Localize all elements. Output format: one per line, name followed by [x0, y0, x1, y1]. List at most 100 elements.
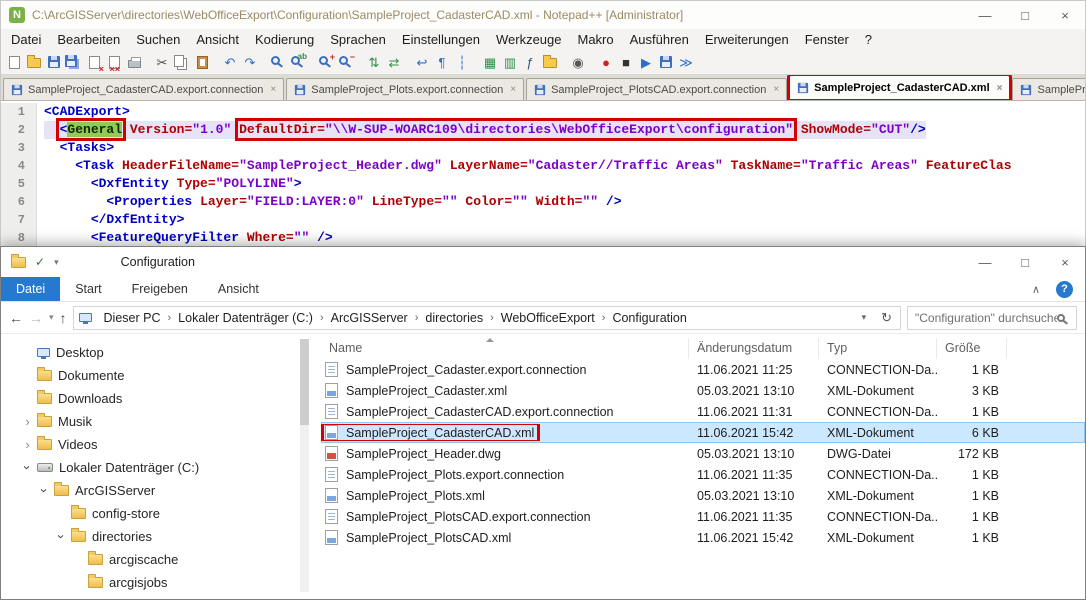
show-all-characters-icon[interactable]: ¶ — [432, 52, 452, 73]
breadcrumb-segment-lokaler-datentrager-c[interactable]: Lokaler Datenträger (C:) — [171, 311, 320, 325]
menu-erweiterungen[interactable]: Erweiterungen — [697, 32, 797, 47]
sidebar-item-config-store[interactable]: config-store — [1, 502, 311, 525]
ribbon-tab-freigeben[interactable]: Freigeben — [117, 277, 203, 301]
save-all-icon[interactable] — [64, 52, 84, 73]
new-file-icon[interactable] — [4, 52, 24, 73]
file-row-sampleproject-cadastercad-export-connection[interactable]: SampleProject_CadasterCAD.export.connect… — [321, 401, 1085, 422]
menu-help[interactable]: ? — [857, 32, 880, 47]
maximize-button[interactable]: □ — [1005, 247, 1045, 277]
sidebar-item-arcgisjobs[interactable]: arcgisjobs — [1, 571, 311, 594]
up-button[interactable]: ↑ — [60, 310, 67, 326]
folder-as-workspace-icon[interactable] — [540, 52, 560, 73]
sidebar-item-directories[interactable]: ›directories — [1, 525, 311, 548]
column-header-grosse[interactable]: Größe — [937, 338, 1007, 359]
breadcrumb-segment-dieser-pc[interactable]: Dieser PC — [97, 311, 168, 325]
indent-guide-icon[interactable]: ┆ — [452, 52, 472, 73]
menu-werkzeuge[interactable]: Werkzeuge — [488, 32, 570, 47]
file-row-sampleproject-cadaster-export-connection[interactable]: SampleProject_Cadaster.export.connection… — [321, 359, 1085, 380]
sidebar-item-desktop[interactable]: Desktop — [1, 341, 311, 364]
undo-icon[interactable]: ↶ — [220, 52, 240, 73]
forward-button[interactable]: → — [29, 310, 43, 326]
quick-access-check-icon[interactable]: ✓ — [35, 255, 45, 269]
recent-locations-icon[interactable]: ▾ — [49, 312, 54, 323]
sync-horizontal-scroll-icon[interactable]: ⇄ — [384, 52, 404, 73]
sidebar-item-dokumente[interactable]: Dokumente — [1, 364, 311, 387]
column-header-anderungsdatum[interactable]: Änderungsdatum — [689, 338, 819, 359]
expander-open-icon[interactable]: › — [20, 460, 35, 475]
scrollbar-thumb[interactable] — [300, 339, 309, 425]
sidebar-item-downloads[interactable]: Downloads — [1, 387, 311, 410]
tab-sampleproject-cadastercad-xml[interactable]: SampleProject_CadasterCAD.xml× — [789, 75, 1010, 100]
breadcrumb-segment-arcgisserver[interactable]: ArcGISServer — [324, 311, 415, 325]
save-icon[interactable] — [44, 52, 64, 73]
address-dropdown-icon[interactable]: ▾ — [855, 312, 874, 323]
search-input[interactable] — [915, 311, 1057, 325]
sidebar-item-lokaler-datentrager-c[interactable]: ›Lokaler Datenträger (C:) — [1, 456, 311, 479]
sidebar-scrollbar[interactable] — [300, 339, 309, 592]
run-macro-multiple-icon[interactable]: ≫ — [676, 52, 696, 73]
breadcrumb-segment-webofficeexport[interactable]: WebOfficeExport — [494, 311, 602, 325]
menu-ansicht[interactable]: Ansicht — [188, 32, 247, 47]
file-row-sampleproject-plotscad-xml[interactable]: SampleProject_PlotsCAD.xml11.06.2021 15:… — [321, 527, 1085, 548]
tab-sampleproject-plotscad-export-connection[interactable]: SampleProject_PlotsCAD.export.connection… — [526, 78, 787, 100]
file-row-sampleproject-cadaster-xml[interactable]: SampleProject_Cadaster.xml05.03.2021 13:… — [321, 380, 1085, 401]
close-tab-icon[interactable]: × — [997, 83, 1003, 94]
stop-recording-icon[interactable]: ■ — [616, 52, 636, 73]
user-defined-dialog-icon[interactable]: ▦ — [480, 52, 500, 73]
print-icon[interactable] — [124, 52, 144, 73]
expander-closed-icon[interactable]: › — [20, 414, 35, 429]
collapse-ribbon-icon[interactable]: ∧ — [1032, 283, 1040, 296]
tab-sampleproject-cadastercad-export-connection[interactable]: SampleProject_CadasterCAD.export.connect… — [3, 78, 284, 100]
back-button[interactable]: ← — [9, 310, 23, 326]
close-tab-icon[interactable]: × — [270, 84, 276, 95]
expander-open-icon[interactable]: › — [37, 483, 52, 498]
expander-open-icon[interactable]: › — [54, 529, 69, 544]
monitoring-icon[interactable]: ◉ — [568, 52, 588, 73]
ribbon-tab-datei[interactable]: Datei — [1, 277, 60, 301]
sync-vertical-scroll-icon[interactable]: ⇅ — [364, 52, 384, 73]
minimize-button[interactable]: — — [965, 247, 1005, 277]
replace-icon[interactable]: ab — [288, 52, 308, 73]
file-row-sampleproject-plots-export-connection[interactable]: SampleProject_Plots.export.connection11.… — [321, 464, 1085, 485]
cut-icon[interactable]: ✂ — [152, 52, 172, 73]
sidebar-item-arcgisserver[interactable]: ›ArcGISServer — [1, 479, 311, 502]
menu-ausfuhren[interactable]: Ausführen — [622, 32, 697, 47]
menu-datei[interactable]: Datei — [3, 32, 49, 47]
maximize-button[interactable]: □ — [1005, 1, 1045, 29]
record-macro-icon[interactable]: ● — [596, 52, 616, 73]
redo-icon[interactable]: ↷ — [240, 52, 260, 73]
ribbon-tab-start[interactable]: Start — [60, 277, 116, 301]
search-box[interactable] — [907, 306, 1077, 330]
breadcrumb-segment-configuration[interactable]: Configuration — [605, 311, 693, 325]
expander-closed-icon[interactable]: › — [20, 437, 35, 452]
column-header-name[interactable]: Name — [321, 338, 689, 359]
menu-makro[interactable]: Makro — [570, 32, 622, 47]
breadcrumb-segment-directories[interactable]: directories — [418, 311, 490, 325]
help-icon[interactable]: ? — [1056, 281, 1073, 298]
address-bar[interactable]: Dieser PC›Lokaler Datenträger (C:)›ArcGI… — [73, 306, 901, 330]
close-button[interactable]: × — [1045, 1, 1085, 29]
quick-access-dropdown-icon[interactable]: ▾ — [54, 257, 59, 268]
menu-bearbeiten[interactable]: Bearbeiten — [49, 32, 128, 47]
file-row-sampleproject-plots-xml[interactable]: SampleProject_Plots.xml05.03.2021 13:10X… — [321, 485, 1085, 506]
paste-icon[interactable] — [192, 52, 212, 73]
document-map-icon[interactable]: ▥ — [500, 52, 520, 73]
sidebar-item-arcgiscache[interactable]: arcgiscache — [1, 548, 311, 571]
code-editor[interactable]: 1<CADExport>2 <General Version="1.0" Def… — [1, 101, 1085, 247]
find-icon[interactable] — [268, 52, 288, 73]
file-row-sampleproject-cadastercad-xml[interactable]: SampleProject_CadasterCAD.xml11.06.2021 … — [321, 422, 1085, 443]
menu-einstellungen[interactable]: Einstellungen — [394, 32, 488, 47]
copy-icon[interactable] — [172, 52, 192, 73]
close-button[interactable]: × — [1045, 247, 1085, 277]
close-tab-icon[interactable]: × — [773, 84, 779, 95]
save-macro-icon[interactable] — [656, 52, 676, 73]
playback-macro-icon[interactable]: ▶ — [636, 52, 656, 73]
sidebar-item-musik[interactable]: ›Musik — [1, 410, 311, 433]
close-file-icon[interactable]: × — [84, 52, 104, 73]
word-wrap-icon[interactable]: ↩ — [412, 52, 432, 73]
sidebar-item-videos[interactable]: ›Videos — [1, 433, 311, 456]
refresh-icon[interactable]: ↻ — [873, 310, 900, 326]
ribbon-tab-ansicht[interactable]: Ansicht — [203, 277, 274, 301]
menu-fenster[interactable]: Fenster — [797, 32, 857, 47]
zoom-out-icon[interactable]: − — [336, 52, 356, 73]
